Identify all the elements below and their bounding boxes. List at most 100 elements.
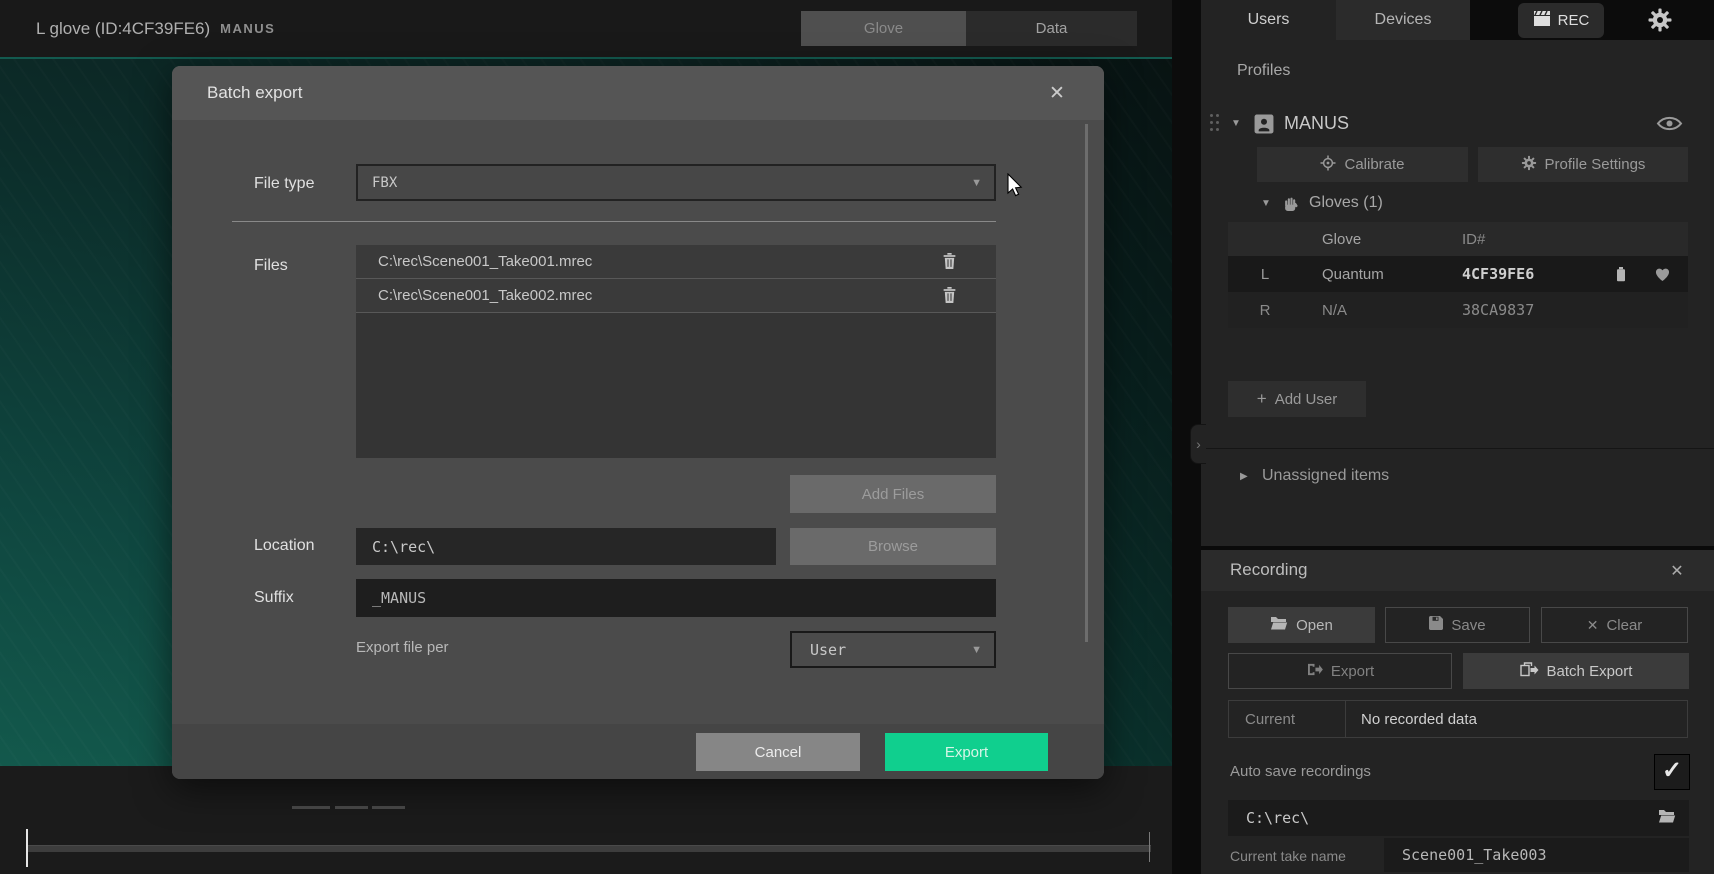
playhead-handle[interactable] [26, 829, 28, 867]
column-header-glove: Glove [1322, 222, 1361, 256]
timeline-scrubber[interactable] [26, 845, 1151, 852]
dialog-title: Batch export [207, 83, 302, 103]
list-item[interactable]: C:\rec\Scene001_Take002.mrec [356, 279, 996, 313]
auto-save-checkbox[interactable]: ✓ [1654, 754, 1690, 790]
table-row-right-glove[interactable]: R N/A 38CA9837 [1228, 292, 1688, 328]
gloves-section-row[interactable]: ▼ Gloves (1) [1201, 190, 1714, 218]
suffix-input[interactable]: _MANUS [356, 579, 996, 617]
current-value: No recorded data [1361, 701, 1477, 737]
glove-type: Quantum [1322, 256, 1384, 292]
current-recording-box: Current No recorded data [1228, 700, 1688, 738]
rec-button[interactable]: REC [1518, 3, 1604, 38]
take-name-field[interactable]: Scene001_Take003 [1384, 838, 1689, 872]
glove-side: R [1250, 292, 1280, 328]
chevron-down-icon: ▼ [971, 177, 982, 189]
timeline-end-tick [1149, 832, 1150, 862]
file-type-label: File type [254, 175, 314, 193]
trash-icon[interactable] [943, 253, 956, 274]
open-label: Open [1296, 617, 1333, 634]
plus-icon: + [1257, 389, 1267, 409]
close-icon[interactable]: ✕ [1044, 80, 1070, 106]
profile-settings-button[interactable]: Profile Settings [1478, 147, 1688, 182]
files-label: Files [254, 257, 288, 275]
add-user-button[interactable]: + Add User [1228, 381, 1366, 417]
current-label: Current [1245, 701, 1295, 737]
open-button[interactable]: Open [1228, 607, 1375, 643]
chevron-right-icon[interactable]: ▶ [1240, 471, 1248, 482]
export-confirm-button[interactable]: Export [885, 733, 1048, 771]
save-path-value: C:\rec\ [1246, 800, 1309, 836]
chevron-down-icon[interactable]: ▼ [1261, 198, 1271, 209]
panel-collapse-handle[interactable]: › [1190, 424, 1206, 464]
browse-button[interactable]: Browse [790, 528, 996, 565]
occluded-ui-fragment [372, 806, 405, 809]
cancel-button[interactable]: Cancel [696, 733, 860, 771]
visibility-eye-icon[interactable] [1656, 115, 1683, 137]
x-icon: ✕ [1587, 617, 1599, 634]
clear-label: Clear [1606, 617, 1642, 634]
save-button[interactable]: Save [1385, 607, 1530, 643]
close-icon[interactable]: ✕ [1666, 560, 1688, 582]
batch-export-label: Batch Export [1547, 663, 1633, 680]
file-path: C:\rec\Scene001_Take002.mrec [378, 279, 592, 312]
column-header-id: ID# [1462, 222, 1485, 256]
gloves-table-header: Glove ID# [1228, 222, 1688, 256]
right-panel-tabs: Users Devices REC [1201, 0, 1714, 40]
brand-label: MANUS [220, 21, 275, 36]
recording-header: Recording ✕ [1201, 550, 1714, 591]
batch-export-dialog: Batch export ✕ File type FBX ▼ Files C:\… [172, 66, 1104, 779]
profile-row-manus[interactable]: ▼ MANUS [1201, 106, 1714, 142]
chevron-right-icon: › [1196, 436, 1201, 452]
table-row-left-glove[interactable]: L Quantum 4CF39FE6 [1228, 256, 1688, 292]
clear-button[interactable]: ✕ Clear [1541, 607, 1688, 643]
export-button[interactable]: Export [1228, 653, 1452, 689]
checkmark-icon: ✓ [1662, 756, 1682, 785]
save-label: Save [1451, 617, 1485, 634]
export-file-per-dropdown[interactable]: User ▼ [790, 631, 996, 668]
location-label: Location [254, 537, 315, 555]
divider [1201, 448, 1714, 449]
save-path-field[interactable]: C:\rec\ [1228, 800, 1689, 836]
app-window: L glove (ID:4CF39FE6) MANUS Glove Data H… [0, 0, 1714, 874]
tab-devices[interactable]: Devices [1336, 0, 1470, 40]
take-name-label: Current take name [1230, 848, 1346, 864]
chevron-down-icon[interactable]: ▼ [1231, 118, 1241, 129]
profile-name: MANUS [1284, 113, 1349, 134]
glove-side: L [1250, 256, 1280, 292]
export-label: Export [1331, 663, 1374, 680]
file-type-dropdown[interactable]: FBX ▼ [356, 164, 996, 201]
folder-icon[interactable] [1658, 809, 1676, 828]
dialog-header: Batch export ✕ [172, 66, 1104, 120]
top-bar: L glove (ID:4CF39FE6) MANUS Glove Data [0, 0, 1172, 57]
suffix-value: _MANUS [372, 579, 426, 617]
location-input[interactable]: C:\rec\ [356, 528, 776, 565]
chevron-down-icon: ▼ [971, 644, 982, 656]
rec-label: REC [1558, 12, 1590, 29]
export-file-per-value: User [810, 633, 846, 666]
profiles-header: Profiles [1237, 62, 1290, 80]
dialog-scrollbar[interactable] [1085, 124, 1088, 642]
files-list: C:\rec\Scene001_Take001.mrec C:\rec\Scen… [356, 245, 996, 458]
clapperboard-icon [1533, 11, 1551, 30]
settings-gear-icon[interactable] [1647, 7, 1673, 38]
glove-id: 4CF39FE6 [1462, 256, 1534, 292]
batch-export-button[interactable]: Batch Export [1463, 653, 1689, 689]
trash-icon[interactable] [943, 287, 956, 308]
recording-title: Recording [1230, 560, 1308, 580]
export-file-per-label: Export file per [356, 639, 449, 656]
drag-handle-icon[interactable] [1210, 114, 1220, 134]
export-icon [1306, 663, 1323, 680]
glove-id: 38CA9837 [1462, 292, 1534, 328]
unassigned-items-row[interactable]: ▶ Unassigned items [1201, 462, 1714, 492]
suffix-label: Suffix [254, 589, 294, 607]
add-files-button[interactable]: Add Files [790, 475, 996, 513]
transport-bar: :000 [0, 766, 1172, 874]
auto-save-label: Auto save recordings [1230, 763, 1371, 780]
tab-glove[interactable]: Glove [801, 11, 966, 46]
list-item[interactable]: C:\rec\Scene001_Take001.mrec [356, 245, 996, 279]
page-title: L glove (ID:4CF39FE6) [36, 19, 210, 39]
tab-users[interactable]: Users [1201, 0, 1336, 40]
crosshair-icon [1320, 155, 1336, 175]
tab-data[interactable]: Data [966, 11, 1137, 46]
calibrate-button[interactable]: Calibrate [1257, 147, 1468, 182]
